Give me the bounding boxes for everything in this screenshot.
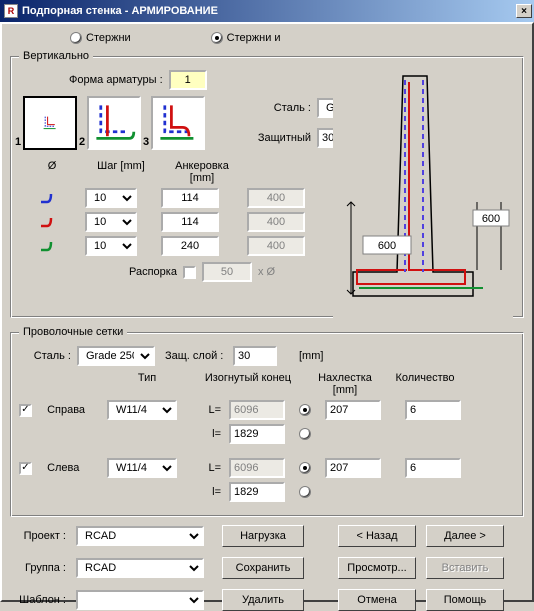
client-area: Стержни Стержни и Вертикально Форма арма… — [0, 22, 534, 602]
left-L-field — [229, 458, 285, 478]
dia-3-select[interactable]: 10 — [85, 236, 137, 256]
left-label: Слева — [47, 462, 79, 474]
dim-right-label: 600 — [482, 213, 500, 225]
save-button[interactable]: Сохранить — [222, 557, 304, 579]
radio-bars-and-mesh-label: Стержни и — [227, 32, 281, 44]
radio-bars-only[interactable]: Стержни — [70, 32, 131, 44]
dia-2-select[interactable]: 10 — [85, 212, 137, 232]
mesh-header-lap: Нахлестка [mm] — [309, 372, 381, 396]
spacer-field — [202, 262, 252, 282]
wall-diagram: 600 600 — [333, 72, 513, 318]
right-qty-field[interactable] — [405, 400, 461, 420]
mesh-row-left-l: l= — [19, 482, 515, 502]
shape-1-index: 1 — [15, 136, 21, 148]
right-label: Справа — [47, 404, 85, 416]
header-dia: Ø — [29, 160, 75, 184]
mesh-header-bent: Изогнутый конец — [195, 372, 301, 396]
back-button[interactable]: < Назад — [338, 525, 416, 547]
shape-option-2[interactable]: 2 — [87, 96, 141, 150]
shape-3-index: 3 — [143, 136, 149, 148]
titlebar: R Подпорная стенка - АРМИРОВАНИЕ × — [0, 0, 534, 22]
left-lap-field[interactable] — [325, 458, 381, 478]
mesh-row-right-l: l= — [19, 424, 515, 444]
step-3-field[interactable] — [161, 236, 219, 256]
mesh-row-right-L: ✓ Справа W11/4 L= — [19, 400, 515, 420]
mesh-cover-field[interactable] — [233, 346, 277, 366]
mesh-cover-label: Защ. слой : — [165, 350, 227, 362]
next-button[interactable]: Далее > — [426, 525, 504, 547]
cover-label: Защитный — [251, 132, 311, 144]
header-anchor: Анкеровка [mm] — [167, 160, 237, 184]
right-l-radio[interactable] — [299, 428, 317, 440]
left-L-prefix: L= — [195, 462, 221, 474]
right-l-prefix: l= — [195, 428, 221, 440]
right-l-field[interactable] — [229, 424, 285, 444]
group-select[interactable]: RCAD — [76, 558, 204, 578]
shape-option-3[interactable]: 3 — [151, 96, 205, 150]
steel-label: Сталь : — [251, 102, 311, 114]
group-mesh: Проволочные сетки Сталь : Grade 250 Защ.… — [10, 326, 524, 517]
mesh-steel-label: Сталь : — [29, 350, 71, 362]
help-button[interactable]: Помощь — [426, 589, 504, 611]
shape-number-field[interactable] — [169, 70, 207, 90]
spacer-unit: x Ø — [258, 266, 275, 278]
insert-button: Вставить — [426, 557, 504, 579]
anchor-1-field — [247, 188, 305, 208]
right-L-radio[interactable] — [299, 404, 317, 416]
dia-1-select[interactable]: 10 — [85, 188, 137, 208]
left-checkbox[interactable]: ✓ — [19, 462, 32, 475]
right-L-prefix: L= — [195, 404, 221, 416]
left-type-select[interactable]: W11/4 — [107, 458, 177, 478]
radio-bars-and-mesh[interactable]: Стержни и — [211, 32, 281, 44]
close-button[interactable]: × — [516, 4, 532, 18]
right-type-select[interactable]: W11/4 — [107, 400, 177, 420]
right-lap-field[interactable] — [325, 400, 381, 420]
left-l-field[interactable] — [229, 482, 285, 502]
delete-button[interactable]: Удалить — [222, 589, 304, 611]
app-icon: R — [4, 4, 18, 18]
bottom-controls: Проект : RCAD Нагрузка < Назад Далее > Г… — [10, 525, 524, 611]
template-select[interactable] — [76, 590, 204, 610]
right-checkbox[interactable]: ✓ — [19, 404, 32, 417]
project-label: Проект : — [10, 530, 66, 542]
group-vertical-legend: Вертикально — [19, 50, 93, 62]
preview-button[interactable]: Просмотр... — [338, 557, 416, 579]
anchor-3-field — [247, 236, 305, 256]
spacer-checkbox[interactable] — [183, 266, 196, 279]
step-1-field[interactable] — [161, 188, 219, 208]
group-vertical: Вертикально Форма арматуры : 1 — [10, 50, 524, 318]
window-title: Подпорная стенка - АРМИРОВАНИЕ — [22, 5, 218, 17]
mesh-row-left-L: ✓ Слева W11/4 L= — [19, 458, 515, 478]
shape-2-index: 2 — [79, 136, 85, 148]
dim-left-label: 600 — [378, 240, 396, 252]
load-button[interactable]: Нагрузка — [222, 525, 304, 547]
left-l-prefix: l= — [195, 486, 221, 498]
group-mesh-legend: Проволочные сетки — [19, 326, 127, 338]
project-select[interactable]: RCAD — [76, 526, 204, 546]
right-L-field — [229, 400, 285, 420]
group-label: Группа : — [10, 562, 66, 574]
template-label: Шаблон : — [10, 594, 66, 606]
anchor-2-field — [247, 212, 305, 232]
mesh-header-qty: Количество — [389, 372, 461, 396]
shape-option-1[interactable]: 1 — [23, 96, 77, 150]
radio-bars-only-label: Стержни — [86, 32, 131, 44]
left-l-radio[interactable] — [299, 486, 317, 498]
spacer-label: Распорка — [129, 266, 177, 278]
mesh-unit: [mm] — [299, 350, 323, 362]
mode-radio-row: Стержни Стержни и — [10, 28, 524, 50]
mesh-steel-select[interactable]: Grade 250 — [77, 346, 155, 366]
step-2-field[interactable] — [161, 212, 219, 232]
left-L-radio[interactable] — [299, 462, 317, 474]
cancel-button[interactable]: Отмена — [338, 589, 416, 611]
shape-label: Форма арматуры : — [69, 74, 163, 86]
mesh-headers: Тип Изогнутый конец Нахлестка [mm] Колич… — [19, 372, 515, 396]
left-qty-field[interactable] — [405, 458, 461, 478]
header-step: Шаг [mm] — [91, 160, 151, 184]
mesh-header-type: Тип — [107, 372, 187, 396]
